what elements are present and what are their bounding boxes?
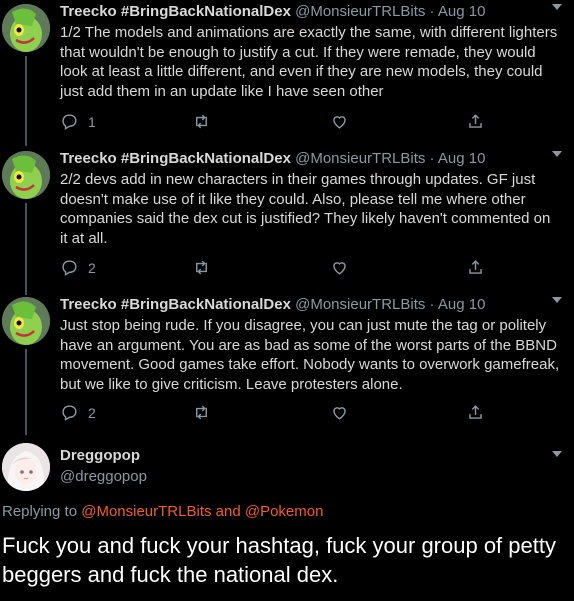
like-icon <box>333 116 346 129</box>
separator: · <box>429 296 435 313</box>
display-name[interactable]: Dreggopop <box>60 447 140 464</box>
retweet-icon <box>196 114 207 129</box>
share-icon <box>469 114 482 128</box>
chevron-down-icon[interactable] <box>552 451 562 457</box>
reply-button[interactable]: 2 <box>60 258 96 277</box>
handle[interactable]: @MonsieurTRLBits <box>295 3 425 20</box>
share-button[interactable] <box>466 403 485 422</box>
separator: · <box>429 3 435 20</box>
thread-line <box>25 203 27 295</box>
like-button[interactable] <box>330 403 349 422</box>
avatar[interactable] <box>2 443 50 491</box>
tweet-header: Treecko #BringBackNationalDex @MonsieurT… <box>60 149 485 169</box>
mention-pokemon[interactable]: @Pokemon <box>245 503 324 520</box>
tweet-text: 1/2 The models and animations are exactl… <box>60 24 558 100</box>
retweet-button[interactable] <box>192 403 211 422</box>
tweet-text: 2/2 devs add in new characters in their … <box>60 171 551 247</box>
retweet-button[interactable] <box>192 258 211 277</box>
display-name[interactable]: Treecko #BringBackNationalDex <box>60 296 291 313</box>
separator: · <box>429 150 435 167</box>
handle[interactable]: @MonsieurTRLBits <box>295 150 425 167</box>
retweet-icon <box>196 260 207 275</box>
chevron-down-icon[interactable] <box>552 151 562 157</box>
tweet-header: Treecko #BringBackNationalDex @MonsieurT… <box>60 295 485 315</box>
and-word: and <box>215 503 241 520</box>
handle[interactable]: @MonsieurTRLBits <box>295 296 425 313</box>
avatar[interactable] <box>2 151 50 199</box>
reply-count: 2 <box>88 259 96 276</box>
reply-count: 2 <box>88 404 96 421</box>
share-button[interactable] <box>466 112 485 131</box>
reply-icon <box>62 260 77 276</box>
reply-button[interactable]: 1 <box>60 112 96 131</box>
like-icon <box>333 262 346 275</box>
thread-line <box>25 349 27 435</box>
tweet-actions: 1 <box>60 112 574 134</box>
reply-icon <box>62 114 77 130</box>
timestamp[interactable]: Aug 10 <box>438 296 486 313</box>
avatar[interactable] <box>2 297 50 345</box>
thread-line <box>25 56 27 146</box>
reply-button[interactable]: 2 <box>60 403 96 422</box>
display-name[interactable]: Treecko #BringBackNationalDex <box>60 150 291 167</box>
like-icon <box>333 407 346 420</box>
handle[interactable]: @dreggopop <box>60 468 147 485</box>
share-icon <box>469 260 482 274</box>
chevron-down-icon[interactable] <box>552 297 562 303</box>
tweet-actions: 2 <box>60 403 574 425</box>
reply-icon <box>62 405 77 421</box>
replying-prefix: Replying to <box>2 503 78 520</box>
retweet-icon <box>196 405 207 420</box>
avatar[interactable] <box>2 4 50 52</box>
share-button[interactable] <box>466 258 485 277</box>
chevron-down-icon[interactable] <box>552 4 562 10</box>
display-name[interactable]: Treecko #BringBackNationalDex <box>60 3 291 20</box>
retweet-button[interactable] <box>192 112 211 131</box>
replying-to: Replying to @MonsieurTRLBits and @Pokemo… <box>2 503 323 520</box>
tweet-header: Treecko #BringBackNationalDex @MonsieurT… <box>60 2 485 22</box>
like-button[interactable] <box>330 258 349 277</box>
reply-count: 1 <box>88 113 96 130</box>
tweet-text: Just stop being rude. If you disagree, y… <box>60 317 560 393</box>
like-button[interactable] <box>330 112 349 131</box>
tweet-actions: 2 <box>60 258 574 280</box>
timestamp[interactable]: Aug 10 <box>438 150 486 167</box>
mention-monsieurtrlbits[interactable]: @MonsieurTRLBits <box>81 503 211 520</box>
focal-tweet-text: Fuck you and fuck your hashtag, fuck you… <box>2 533 556 587</box>
timestamp[interactable]: Aug 10 <box>438 3 486 20</box>
share-icon <box>469 405 482 419</box>
